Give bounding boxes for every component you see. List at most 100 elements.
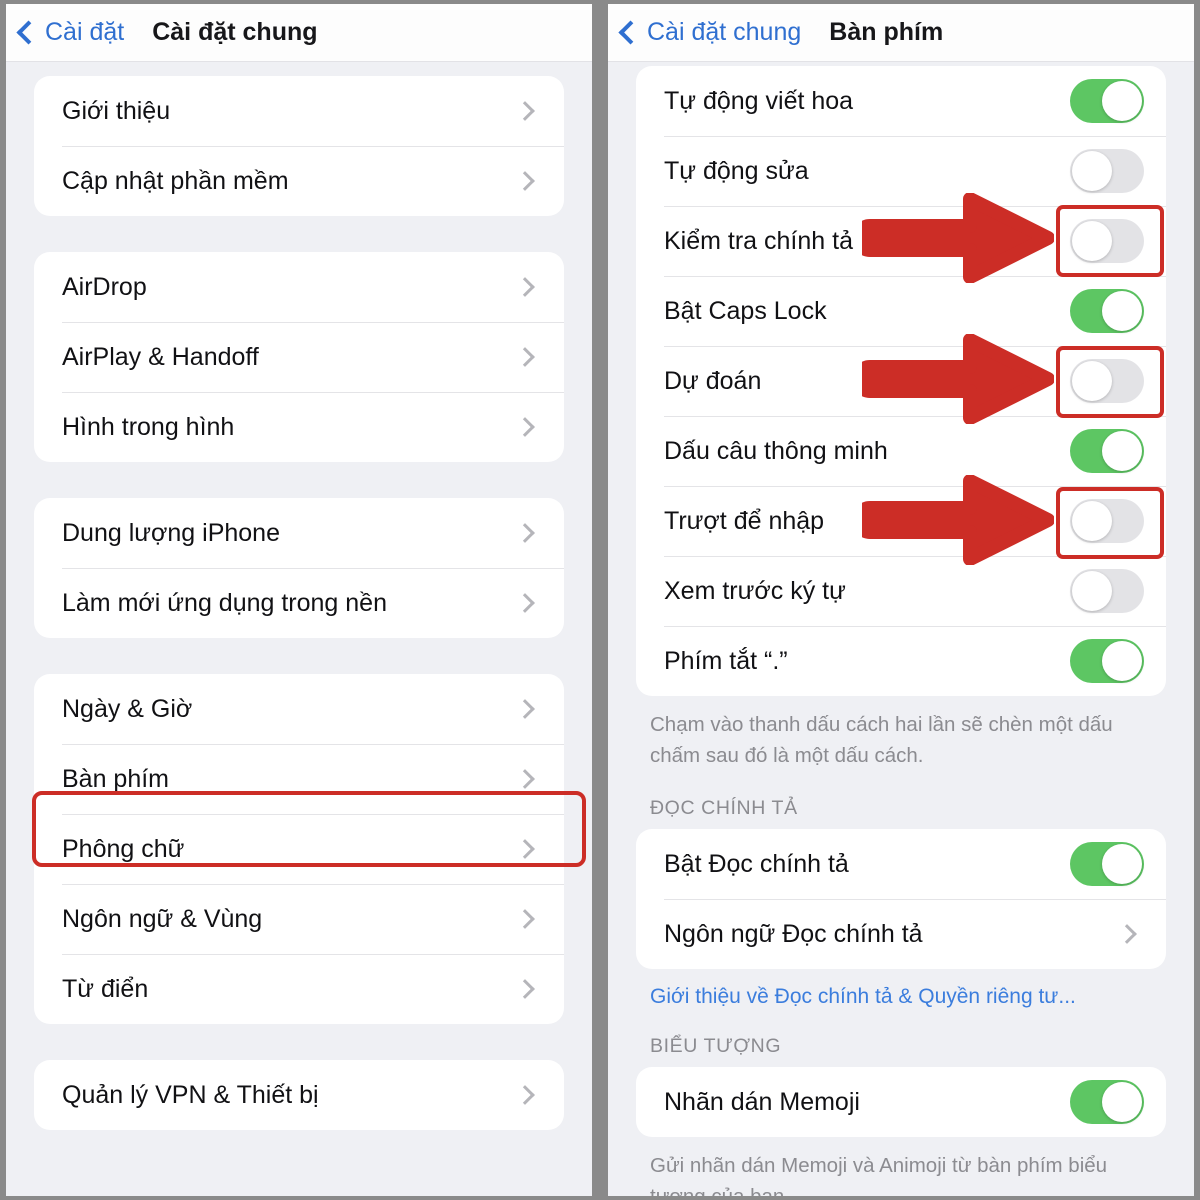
- toggle-xem-truoc-ky-tu[interactable]: [1070, 569, 1144, 613]
- toggle-dau-cau-thong-minh[interactable]: [1070, 429, 1144, 473]
- list-item-airdrop[interactable]: AirDrop: [34, 252, 564, 322]
- list-item-ngon-ngu-vung[interactable]: Ngôn ngữ & Vùng: [34, 884, 564, 954]
- toggle-knob: [1102, 291, 1142, 331]
- row-xem-truoc-ky-tu[interactable]: Xem trước ký tự: [636, 556, 1166, 626]
- row-label: Phím tắt “.”: [664, 646, 788, 675]
- left-scroll-area[interactable]: Giới thiệu Cập nhật phần mềm AirDrop Air…: [6, 62, 592, 1196]
- chevron-right-icon: [515, 699, 535, 719]
- toggle-knob: [1072, 151, 1112, 191]
- list-item-phong-chu[interactable]: Phông chữ: [34, 814, 564, 884]
- screenshot-root: Cài đặt Cài đặt chung Giới thiệu Cập nhậ…: [0, 0, 1200, 1200]
- row-kiem-tra-chinh-ta[interactable]: Kiểm tra chính tả: [636, 206, 1166, 276]
- list-item-lam-moi-ung-dung[interactable]: Làm mới ứng dụng trong nền: [34, 568, 564, 638]
- list-item-label: Quản lý VPN & Thiết bị: [62, 1080, 319, 1109]
- toggle-tu-dong-viet-hoa[interactable]: [1070, 79, 1144, 123]
- list-item-gioi-thieu[interactable]: Giới thiệu: [34, 76, 564, 146]
- row-tu-dong-viet-hoa[interactable]: Tự động viết hoa: [636, 66, 1166, 136]
- list-item-label: Dung lượng iPhone: [62, 518, 280, 547]
- row-phim-tat-dot[interactable]: Phím tắt “.”: [636, 626, 1166, 696]
- list-item-label: Ngôn ngữ & Vùng: [62, 904, 263, 933]
- row-dau-cau-thong-minh[interactable]: Dấu câu thông minh: [636, 416, 1166, 486]
- back-button-label: Cài đặt chung: [647, 18, 802, 46]
- page-title: Cài đặt chung: [152, 18, 318, 46]
- emoji-group: Nhãn dán Memoji: [636, 1067, 1166, 1137]
- row-bat-caps-lock[interactable]: Bật Caps Lock: [636, 276, 1166, 346]
- row-label: Xem trước ký tự: [664, 576, 846, 605]
- chevron-left-icon: [618, 19, 643, 45]
- list-item-airplay-handoff[interactable]: AirPlay & Handoff: [34, 322, 564, 392]
- toggle-knob: [1072, 361, 1112, 401]
- right-navbar: Cài đặt chung Bàn phím: [608, 4, 1194, 62]
- row-ngon-ngu-doc-chinh-ta[interactable]: Ngôn ngữ Đọc chính tả: [636, 899, 1166, 969]
- row-label: Kiểm tra chính tả: [664, 226, 853, 255]
- row-label: Dự đoán: [664, 366, 762, 395]
- list-item-dung-luong-iphone[interactable]: Dung lượng iPhone: [34, 498, 564, 568]
- row-label: Nhãn dán Memoji: [664, 1087, 860, 1116]
- settings-group-localization: Ngày & Giờ Bàn phím Phông chữ Ngôn ngữ &…: [34, 674, 564, 1024]
- keyboard-settings-panel: Cài đặt chung Bàn phím Tự động viết hoa …: [608, 4, 1194, 1196]
- page-title: Bàn phím: [829, 18, 944, 46]
- chevron-right-icon: [515, 523, 535, 543]
- list-item-label: Bàn phím: [62, 764, 170, 793]
- chevron-right-icon: [515, 417, 535, 437]
- row-label: Bật Đọc chính tả: [664, 849, 849, 878]
- row-label: Bật Caps Lock: [664, 296, 827, 325]
- chevron-right-icon: [515, 839, 535, 859]
- left-navbar: Cài đặt Cài đặt chung: [6, 4, 592, 62]
- row-bat-doc-chinh-ta[interactable]: Bật Đọc chính tả: [636, 829, 1166, 899]
- settings-group-storage: Dung lượng iPhone Làm mới ứng dụng trong…: [34, 498, 564, 638]
- list-item-label: Từ điển: [62, 974, 149, 1003]
- row-du-doan[interactable]: Dự đoán: [636, 346, 1166, 416]
- list-item-label: Phông chữ: [62, 834, 185, 863]
- list-item-ban-phim[interactable]: Bàn phím: [34, 744, 564, 814]
- row-tu-dong-sua[interactable]: Tự động sửa: [636, 136, 1166, 206]
- toggle-knob: [1102, 844, 1142, 884]
- toggle-knob: [1102, 431, 1142, 471]
- toggle-bat-caps-lock[interactable]: [1070, 289, 1144, 333]
- list-item-cap-nhat-phan-mem[interactable]: Cập nhật phần mềm: [34, 146, 564, 216]
- emoji-group-footnote: Gửi nhãn dán Memoji và Animoji từ bàn ph…: [650, 1154, 1108, 1196]
- chevron-right-icon: [515, 593, 535, 613]
- row-label: Tự động sửa: [664, 156, 809, 185]
- dictation-privacy-link[interactable]: Giới thiệu về Đọc chính tả & Quyền riêng…: [608, 969, 1194, 1009]
- toggle-kiem-tra-chinh-ta[interactable]: [1070, 219, 1144, 263]
- list-item-tu-dien[interactable]: Từ điển: [34, 954, 564, 1024]
- list-item-hinh-trong-hinh[interactable]: Hình trong hình: [34, 392, 564, 462]
- right-scroll-area[interactable]: Tự động viết hoa Tự động sửa Kiểm tra ch…: [608, 62, 1194, 1196]
- toggle-nhan-dan-memoji[interactable]: [1070, 1080, 1144, 1124]
- list-item-label: Hình trong hình: [62, 412, 235, 441]
- toggle-bat-doc-chinh-ta[interactable]: [1070, 842, 1144, 886]
- toggle-knob: [1072, 571, 1112, 611]
- toggle-du-doan[interactable]: [1070, 359, 1144, 403]
- row-label: Trượt để nhập: [664, 506, 825, 535]
- row-label: Ngôn ngữ Đọc chính tả: [664, 919, 923, 948]
- chevron-right-icon: [515, 347, 535, 367]
- toggle-knob: [1102, 641, 1142, 681]
- keyboard-options-group: Tự động viết hoa Tự động sửa Kiểm tra ch…: [636, 66, 1166, 696]
- back-to-settings-button[interactable]: Cài đặt: [16, 18, 125, 47]
- back-button-label: Cài đặt: [45, 18, 125, 46]
- toggle-knob: [1072, 221, 1112, 261]
- chevron-right-icon: [515, 909, 535, 929]
- section-header-doc-chinh-ta: ĐỌC CHÍNH TẢ: [650, 797, 798, 819]
- row-nhan-dan-memoji[interactable]: Nhãn dán Memoji: [636, 1067, 1166, 1137]
- toggle-knob: [1102, 1082, 1142, 1122]
- chevron-right-icon: [515, 101, 535, 121]
- back-to-general-settings-button[interactable]: Cài đặt chung: [618, 18, 802, 47]
- toggle-phim-tat-dot[interactable]: [1070, 639, 1144, 683]
- toggle-truot-de-nhap[interactable]: [1070, 499, 1144, 543]
- toggle-tu-dong-sua[interactable]: [1070, 149, 1144, 193]
- toggle-knob: [1072, 501, 1112, 541]
- chevron-left-icon: [16, 19, 41, 45]
- dictation-group: Bật Đọc chính tả Ngôn ngữ Đọc chính tả: [636, 829, 1166, 969]
- row-truot-de-nhap[interactable]: Trượt để nhập: [636, 486, 1166, 556]
- list-item-quan-ly-vpn[interactable]: Quản lý VPN & Thiết bị: [34, 1060, 564, 1130]
- list-item-ngay-gio[interactable]: Ngày & Giờ: [34, 674, 564, 744]
- list-item-label: Cập nhật phần mềm: [62, 166, 289, 195]
- chevron-right-icon: [515, 769, 535, 789]
- list-item-label: AirDrop: [62, 272, 147, 301]
